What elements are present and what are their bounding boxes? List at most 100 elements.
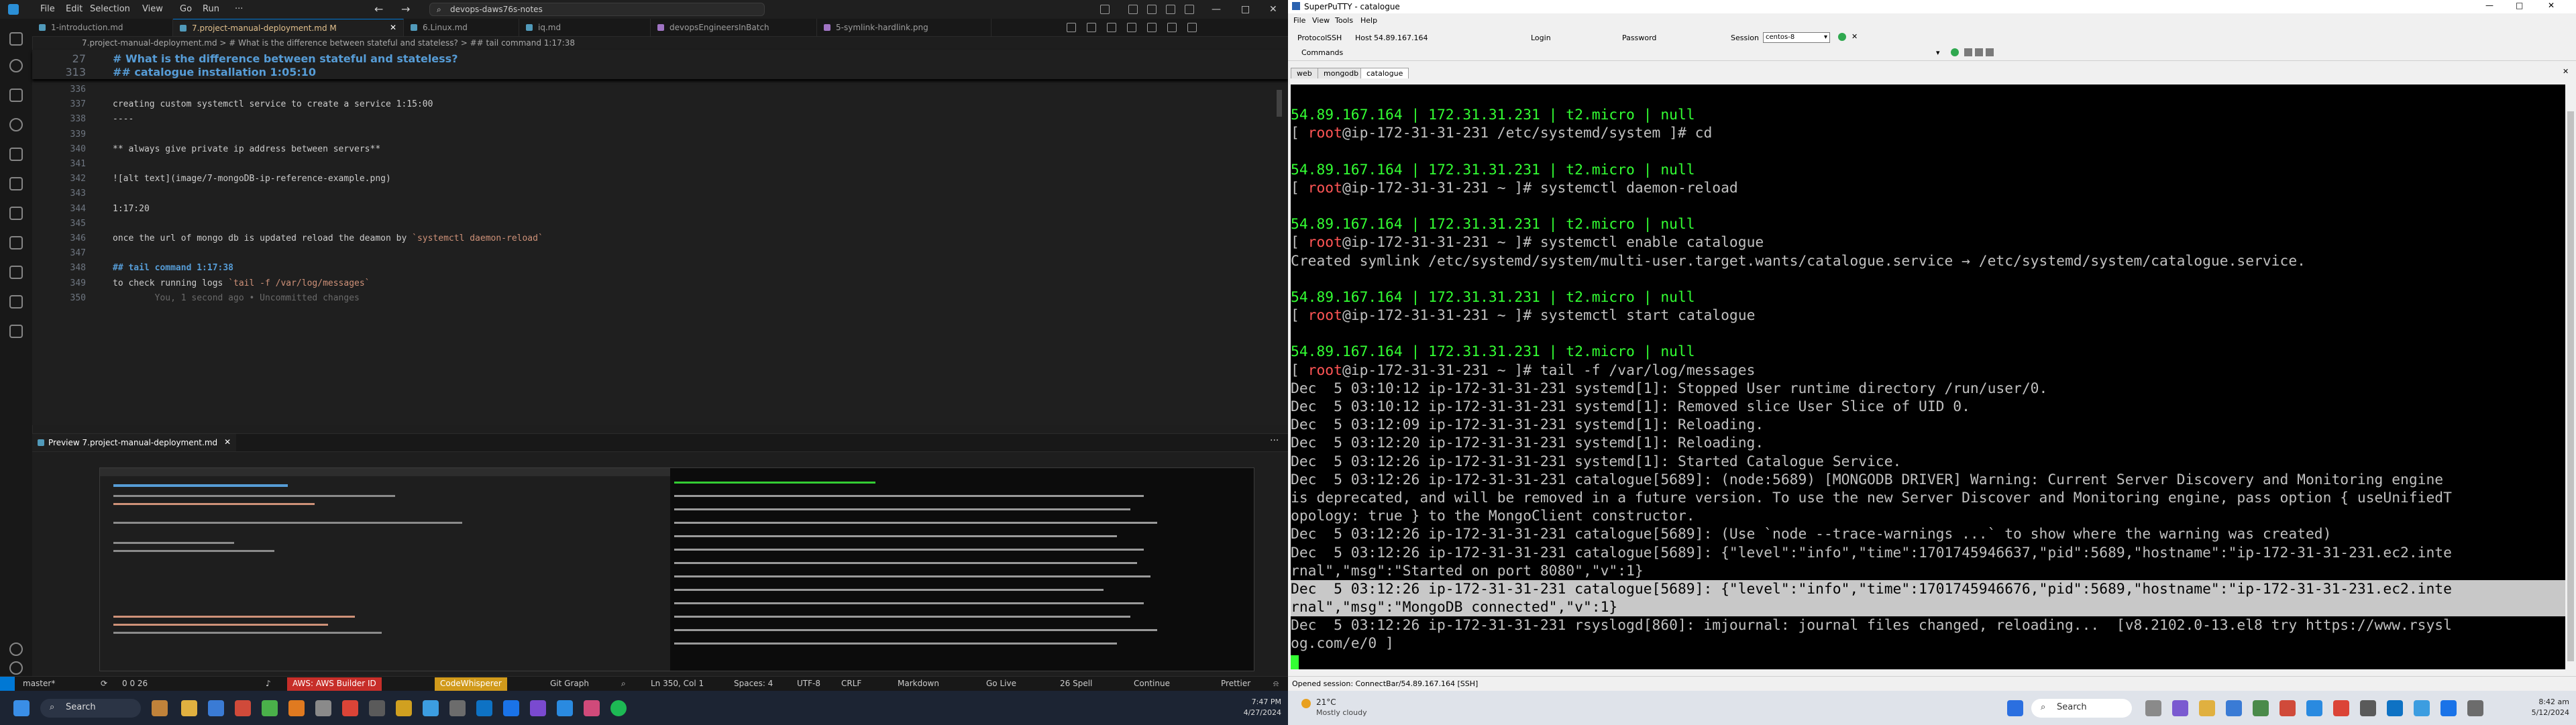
remote-explorer-icon[interactable] (9, 148, 23, 161)
app-icon[interactable] (423, 700, 439, 716)
minimize-icon[interactable]: — (1212, 4, 1221, 15)
minimize-icon[interactable]: — (2485, 1, 2493, 10)
sync-icon[interactable]: ⟳ (101, 679, 107, 688)
spotify-icon[interactable] (610, 700, 627, 716)
tab-web[interactable]: web (1291, 68, 1318, 78)
notifications-icon[interactable]: ⍾ (1273, 679, 1279, 689)
app-icon[interactable] (315, 700, 331, 716)
tab-catalogue[interactable]: catalogue (1360, 68, 1409, 78)
edge-icon[interactable] (2226, 700, 2242, 716)
app-icon[interactable] (396, 700, 412, 716)
codewhisperer[interactable]: CodeWhisperer (435, 677, 507, 691)
menu-selection[interactable]: Selection (90, 4, 130, 14)
command-center-search[interactable]: ⌕ devops-daws76s-notes (429, 3, 765, 16)
git-history-icon[interactable] (1147, 23, 1157, 32)
commands-input[interactable] (1355, 48, 1932, 58)
app-icon[interactable] (2467, 700, 2483, 716)
go-live[interactable]: Go Live (986, 679, 1016, 688)
protocol-value[interactable]: SSH (1327, 34, 1342, 42)
menu-edit[interactable]: Edit (66, 4, 83, 14)
editor-scrollbar[interactable] (1277, 90, 1282, 117)
tool-icon[interactable] (1986, 48, 1994, 56)
app-icon[interactable] (2253, 700, 2269, 716)
preview-close-icon[interactable]: ✕ (224, 437, 231, 447)
cursor-position[interactable]: Ln 350, Col 1 (651, 679, 704, 688)
maximize-icon[interactable]: □ (2516, 1, 2523, 10)
app-icon[interactable] (2387, 700, 2403, 716)
sticky-scroll[interactable]: 27 # What is the difference between stat… (32, 50, 1288, 79)
app-icon[interactable] (2306, 700, 2322, 716)
git-branch[interactable]: master* (23, 679, 55, 688)
chrome-icon[interactable] (342, 700, 358, 716)
chevron-down-icon[interactable]: ▾ (1936, 48, 1940, 57)
open-preview-icon[interactable] (1127, 23, 1136, 32)
maximize-icon[interactable]: □ (1241, 4, 1250, 15)
editor-pane[interactable]: 336 337 creating custom systemctl service … (32, 50, 1288, 425)
weather-icon[interactable] (1301, 699, 1311, 708)
aws-toolkit-icon[interactable] (9, 207, 23, 220)
zoom-icon[interactable]: ⌕ (621, 679, 626, 689)
app-icon[interactable] (2145, 700, 2161, 716)
app-icon[interactable] (288, 700, 305, 716)
close-tab-icon[interactable]: ✕ (2563, 67, 2569, 76)
taskbar-search[interactable]: ⌕ Search (2031, 699, 2132, 718)
source-control-icon[interactable] (9, 89, 23, 102)
file-explorer-icon[interactable] (2199, 700, 2215, 716)
timeline-icon[interactable] (1087, 23, 1096, 32)
tab-close-icon[interactable]: ✕ (390, 23, 396, 32)
menu-more[interactable]: ··· (235, 4, 243, 14)
chrome-icon[interactable] (2333, 700, 2349, 716)
start-icon[interactable] (13, 700, 30, 716)
menu-run[interactable]: Run (203, 4, 219, 14)
spell-check[interactable]: 26 Spell (1060, 679, 1092, 688)
bell-icon[interactable]: ♪ (266, 679, 271, 688)
indentation[interactable]: Spaces: 4 (734, 679, 773, 688)
tab-iq[interactable]: iq.md (519, 19, 651, 36)
preview-more-icon[interactable]: ··· (1270, 435, 1279, 446)
clear-icon[interactable]: ✕ (1851, 32, 1858, 41)
remote-indicator-icon[interactable] (0, 677, 15, 691)
app-icon[interactable] (503, 700, 519, 716)
close-icon[interactable]: ✕ (2548, 1, 2555, 10)
explorer-icon[interactable] (9, 32, 23, 46)
terminal-scrollbar[interactable] (2565, 85, 2576, 669)
app-icon[interactable] (530, 700, 546, 716)
encoding[interactable]: UTF-8 (797, 679, 820, 688)
breadcrumb[interactable]: 7.project-manual-deployment.md > # What … (32, 36, 1288, 50)
session-select[interactable]: centos-8 ▾ (1763, 32, 1830, 43)
git-graph-icon[interactable] (9, 295, 23, 309)
extensions-icon[interactable] (9, 236, 23, 249)
terminal-icon[interactable] (449, 700, 466, 716)
aws-builder-id[interactable]: AWS: AWS Builder ID (287, 677, 382, 691)
terminal-icon[interactable] (2360, 700, 2376, 716)
language-mode[interactable]: Markdown (898, 679, 939, 688)
git-graph[interactable]: Git Graph (550, 679, 589, 688)
scrollbar-thumb[interactable] (2567, 111, 2574, 661)
taskbar-search[interactable]: ⌕ Search (40, 699, 141, 718)
menu-file[interactable]: File (40, 4, 55, 14)
app-icon[interactable] (584, 700, 600, 716)
tool-icon[interactable] (1964, 48, 1972, 56)
tab-linux[interactable]: 6.Linux.md (404, 19, 519, 36)
menu-go[interactable]: Go (180, 4, 192, 14)
send-icon[interactable] (1951, 48, 1959, 56)
more-actions-icon[interactable] (1187, 23, 1197, 32)
app-icon[interactable] (262, 700, 278, 716)
menu-help[interactable]: Help (1360, 16, 1377, 25)
testing-icon[interactable] (9, 266, 23, 279)
host-value[interactable]: 54.89.167.164 (1374, 34, 1428, 42)
manage-gear-icon[interactable] (9, 661, 23, 675)
continue[interactable]: Continue (1134, 679, 1170, 688)
tab-symlink-image[interactable]: 5-symlink-hardlink.png (817, 19, 991, 36)
menu-view[interactable]: View (1312, 16, 1330, 25)
widgets-icon[interactable] (152, 700, 168, 716)
tab-devops-engineers[interactable]: devopsEngineersInBatch (651, 19, 817, 36)
app-icon[interactable] (2414, 700, 2430, 716)
app-icon[interactable] (369, 700, 385, 716)
app-icon[interactable] (235, 700, 251, 716)
tool-icon[interactable] (1975, 48, 1983, 56)
app-icon[interactable] (2172, 700, 2188, 716)
copilot-icon[interactable] (1100, 5, 1110, 14)
terminal-output[interactable]: 54.89.167.164 | 172.31.31.231 | t2.micro… (1291, 85, 2565, 669)
preview-tab[interactable]: Preview 7.project-manual-deployment.md ✕ (32, 434, 237, 451)
